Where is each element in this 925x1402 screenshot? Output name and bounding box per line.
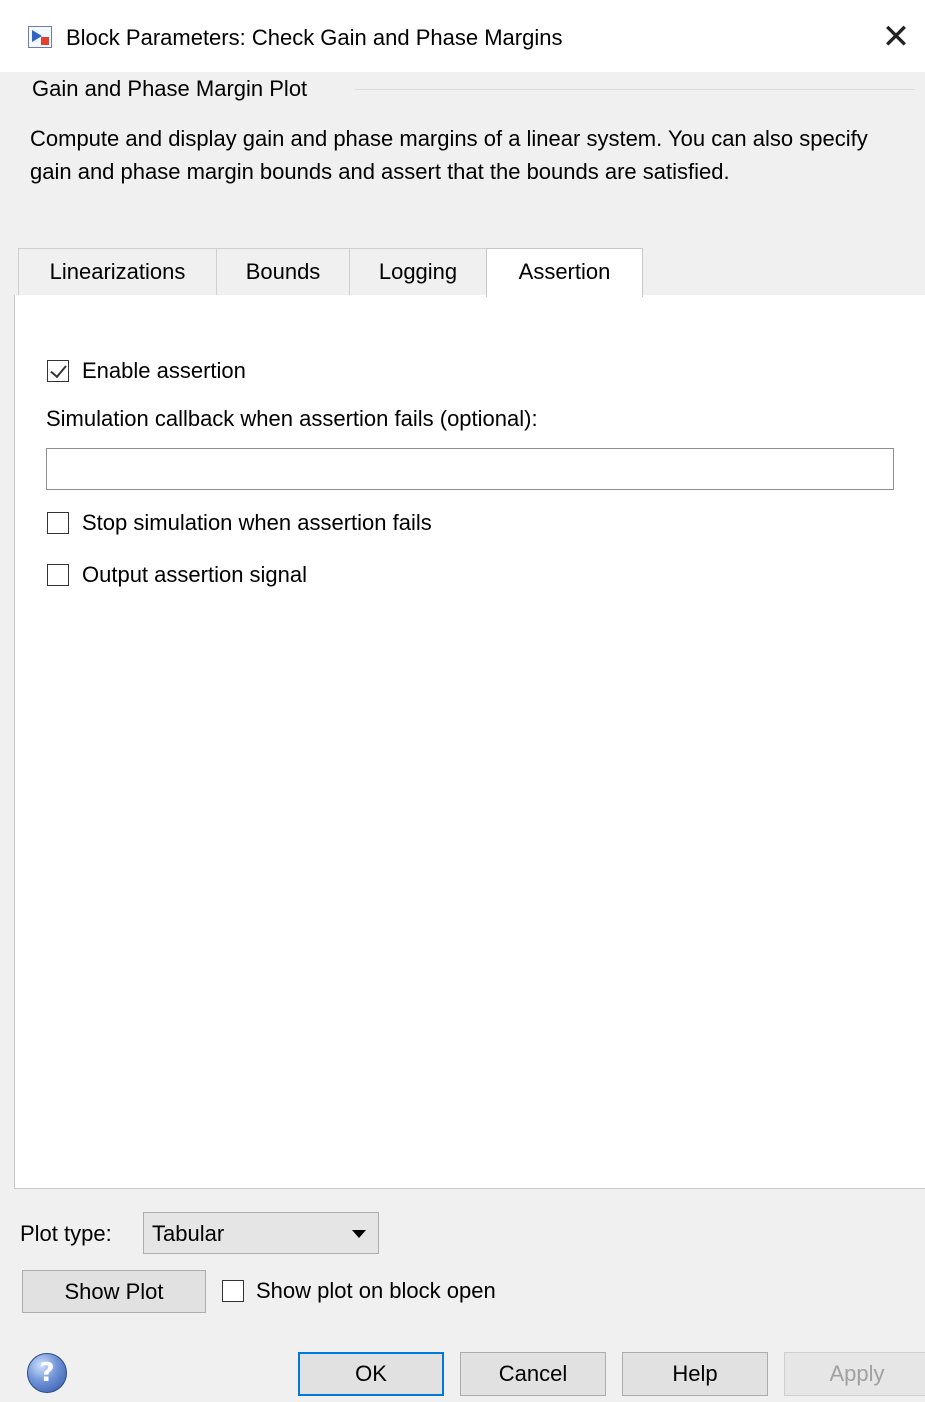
help-button[interactable]: Help xyxy=(622,1352,768,1396)
tab-logging[interactable]: Logging xyxy=(349,248,487,296)
stop-simulation-checkbox[interactable] xyxy=(47,512,69,534)
ok-button[interactable]: OK xyxy=(298,1352,444,1396)
callback-label: Simulation callback when assertion fails… xyxy=(46,406,538,431)
group-divider xyxy=(355,89,915,90)
plot-type-value: Tabular xyxy=(152,1221,225,1246)
show-on-open-checkbox[interactable] xyxy=(222,1280,244,1302)
close-button[interactable]: ✕ xyxy=(875,16,917,58)
title-bar: Block Parameters: Check Gain and Phase M… xyxy=(0,0,925,72)
block-description: Compute and display gain and phase margi… xyxy=(30,126,868,184)
window-title: Block Parameters: Check Gain and Phase M… xyxy=(66,25,563,50)
chevron-down-icon xyxy=(352,1230,366,1238)
tab-linearizations[interactable]: Linearizations xyxy=(18,248,217,296)
enable-assertion-checkbox[interactable] xyxy=(47,360,69,382)
callback-input[interactable] xyxy=(46,448,894,490)
simulink-block-icon xyxy=(28,26,52,48)
plot-type-label: Plot type: xyxy=(20,1221,112,1246)
plot-type-select[interactable]: Tabular xyxy=(143,1212,379,1254)
tab-bounds[interactable]: Bounds xyxy=(216,248,350,296)
stop-simulation-label: Stop simulation when assertion fails xyxy=(82,510,432,535)
apply-button[interactable]: Apply xyxy=(784,1352,925,1396)
output-signal-label: Output assertion signal xyxy=(82,562,308,587)
tab-assertion[interactable]: Assertion xyxy=(486,248,643,297)
help-icon[interactable]: ? xyxy=(27,1353,67,1393)
group-title: Gain and Phase Margin Plot xyxy=(32,76,308,101)
show-plot-button[interactable]: Show Plot xyxy=(22,1270,206,1313)
cancel-button[interactable]: Cancel xyxy=(460,1352,606,1396)
enable-assertion-label: Enable assertion xyxy=(82,358,246,383)
checkmark-icon xyxy=(50,360,67,379)
show-on-open-label: Show plot on block open xyxy=(256,1278,496,1303)
output-signal-checkbox[interactable] xyxy=(47,564,69,586)
tab-strip: Linearizations Bounds Logging Assertion xyxy=(14,248,925,297)
